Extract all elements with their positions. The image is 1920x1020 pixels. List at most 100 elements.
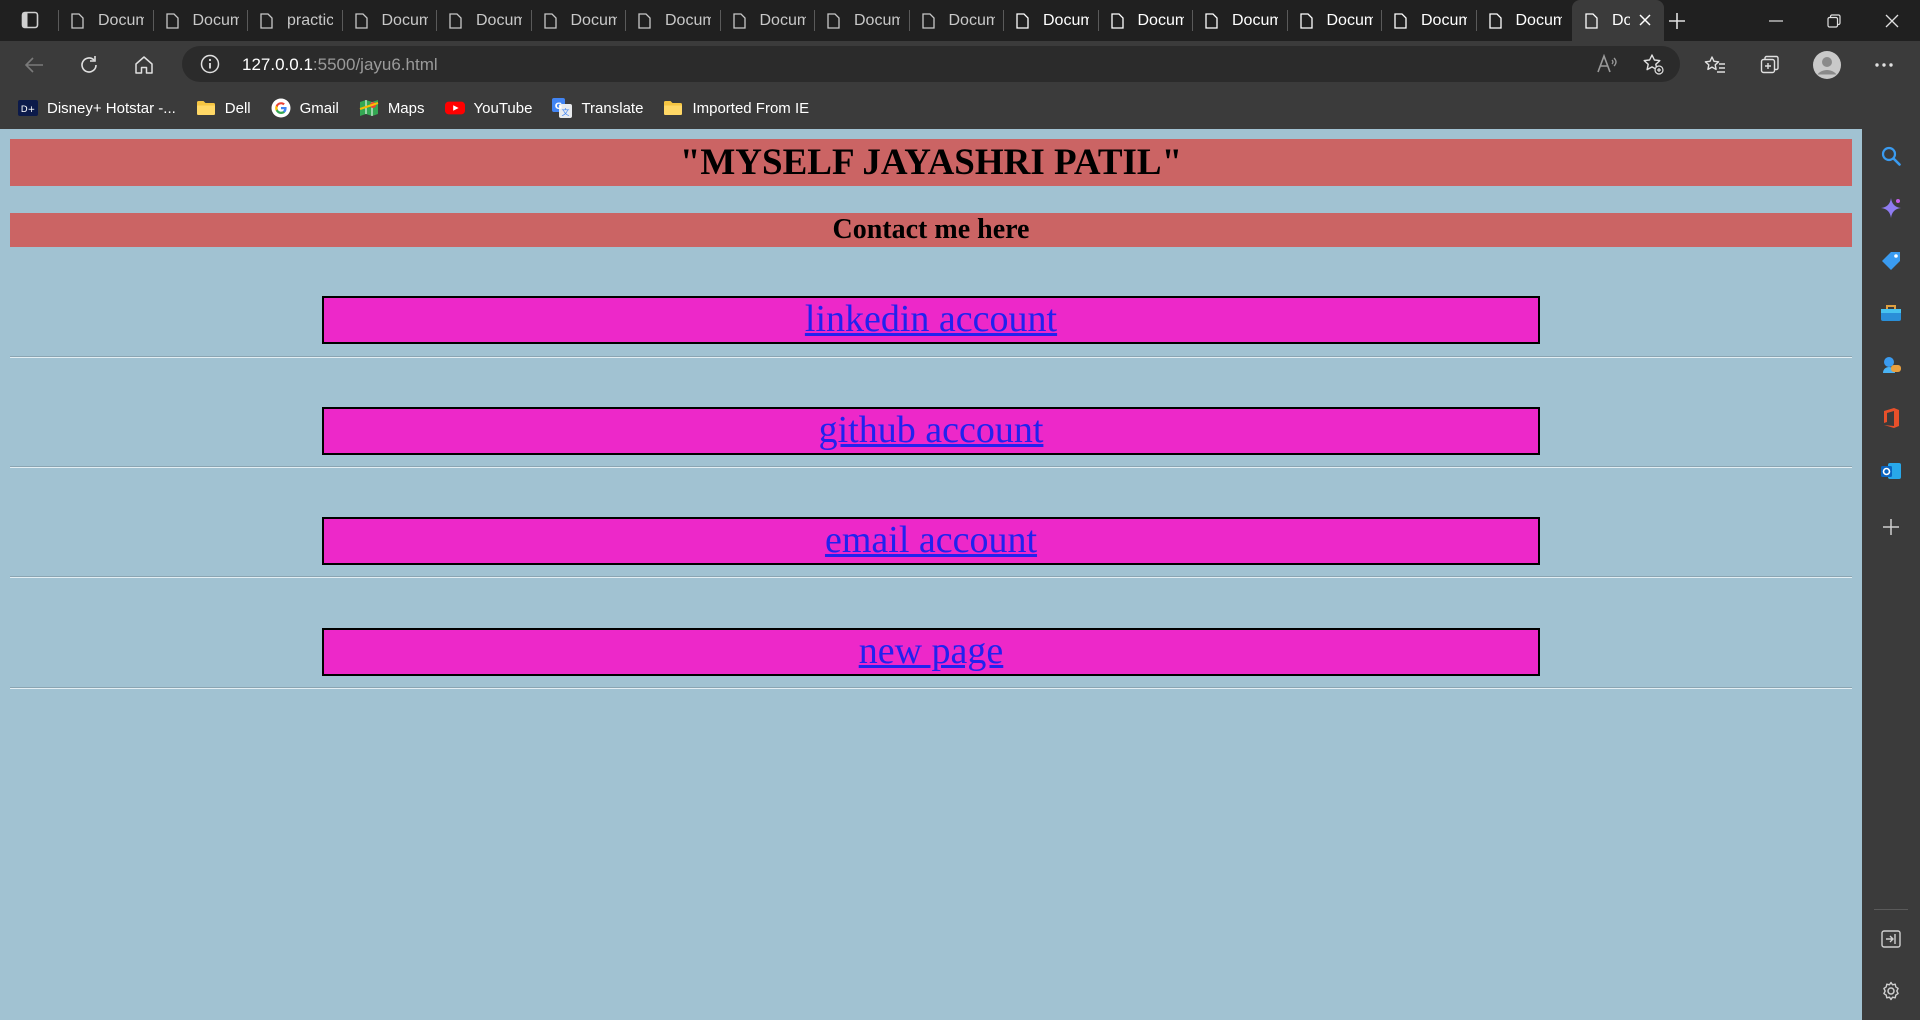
bookmark-label: Disney+ Hotstar -... [47,99,176,117]
document-icon [1394,12,1407,29]
office-icon [1884,408,1899,428]
tab[interactable]: Docum [1192,0,1287,41]
sidebar-outlook-button[interactable] [1879,459,1903,483]
tab[interactable]: Docum [625,0,720,41]
bookmark-dell[interactable]: Dell [196,98,251,118]
hide-sidebar-button[interactable] [1879,927,1903,951]
add-favorite-button[interactable] [1641,52,1665,76]
tab-label: Do [1612,11,1630,29]
home-icon [135,56,153,74]
back-button[interactable] [17,48,51,82]
address-bar[interactable]: 127.0.0.1:5500/jayu6.html [182,46,1680,82]
favorites-button[interactable] [1698,48,1732,82]
tab[interactable]: Docum [436,0,531,41]
tab[interactable]: Docum [58,0,153,41]
tab-actions-button[interactable] [12,7,48,33]
tab[interactable]: Docum [1003,0,1098,41]
tab-close-button[interactable] [1636,11,1654,29]
edge-sidebar [1862,129,1920,1020]
close-icon [1885,14,1899,27]
sidebar-search-button[interactable] [1879,144,1903,168]
bookmark-hotstar[interactable]: D+ Disney+ Hotstar -... [18,98,176,118]
github-link[interactable]: github account [819,409,1044,451]
tab-active[interactable]: Do [1572,0,1664,41]
divider [10,356,1852,358]
new-page-link[interactable]: new page [859,630,1004,672]
page-title: "MYSELF JAYASHRI PATIL" [10,139,1852,186]
collections-button[interactable] [1753,48,1787,82]
document-icon [543,12,557,29]
bookmark-label: Dell [224,99,251,117]
minimize-button[interactable] [1748,0,1804,41]
avatar-icon [1813,51,1841,79]
outlook-icon [1881,463,1901,479]
profile-button[interactable] [1810,48,1844,82]
new-tab-button[interactable] [1660,6,1694,36]
tab-label: Docum [1421,11,1467,29]
sidebar-office-button[interactable] [1879,406,1903,430]
toolbox-icon [1881,305,1901,321]
linkedin-link[interactable]: linkedin account [805,298,1057,340]
sidebar-copilot-button[interactable] [1879,196,1903,220]
sidebar-settings-button[interactable] [1879,979,1903,1003]
tab[interactable]: Docum [1097,0,1193,41]
document-icon [1299,12,1313,29]
refresh-button[interactable] [72,48,106,82]
url-text[interactable]: 127.0.0.1:5500/jayu6.html [242,55,438,75]
collections-icon [1760,55,1779,74]
bookmark-label: Gmail [299,99,339,117]
search-icon [1881,146,1901,166]
tab[interactable]: Docum [1475,0,1571,41]
sidebar-tools-button[interactable] [1879,301,1903,325]
bookmark-youtube[interactable]: YouTube [444,98,533,118]
tab-label: practic [287,11,333,29]
tab[interactable]: Docum [719,0,815,41]
more-options-icon [1875,63,1893,67]
folder-icon [196,98,216,118]
tab[interactable]: Docum [1286,0,1382,41]
tab[interactable]: Docum [530,0,626,41]
folder-icon [663,98,683,118]
divider [10,687,1852,689]
home-button[interactable] [127,48,161,82]
back-arrow-icon [24,57,43,73]
restore-button[interactable] [1806,0,1862,41]
site-info-icon[interactable] [200,54,220,74]
document-icon [1205,12,1218,29]
tab[interactable]: Docum [908,0,1004,41]
settings-menu-button[interactable] [1867,48,1901,82]
tab-list: Docum Docum practic Docum Docum Docum Do… [58,0,1664,41]
sidebar-shopping-button[interactable] [1879,249,1903,273]
tab-label: Docum [1515,11,1562,29]
refresh-icon [81,56,97,73]
browser-toolbar: 127.0.0.1:5500/jayu6.html [0,41,1920,87]
bookmark-translate[interactable]: G文 Translate [552,98,643,118]
tab[interactable]: Docum [152,0,248,41]
bookmark-imported-from-ie[interactable]: Imported From IE [663,98,809,118]
sidebar-games-button[interactable] [1879,353,1903,377]
email-link[interactable]: email account [825,519,1037,561]
tab[interactable]: Docum [1381,0,1476,41]
minimize-icon [1769,19,1783,22]
close-window-button[interactable] [1864,0,1920,41]
document-icon [1016,12,1029,29]
sidebar-add-button[interactable] [1879,515,1903,539]
contact-heading: Contact me here [10,213,1852,247]
linkedin-link-box: linkedin account [322,296,1540,344]
sparkle-icon [1881,198,1901,218]
gear-icon [1883,981,1899,1001]
document-icon [449,12,462,29]
new-page-link-box: new page [322,628,1540,676]
document-icon [354,12,368,29]
bookmark-label: YouTube [473,99,533,117]
read-aloud-button[interactable] [1595,52,1619,76]
tab[interactable]: practic [247,0,342,41]
tab-label: Docum [192,11,239,29]
tab-label: Docum [665,11,711,29]
url-host: 127.0.0.1 [242,55,313,74]
tab[interactable]: Docum [341,0,437,41]
tab[interactable]: Docum [814,0,909,41]
bookmark-maps[interactable]: Maps [359,98,425,118]
bookmark-gmail[interactable]: Gmail [271,98,339,118]
divider [10,466,1852,468]
